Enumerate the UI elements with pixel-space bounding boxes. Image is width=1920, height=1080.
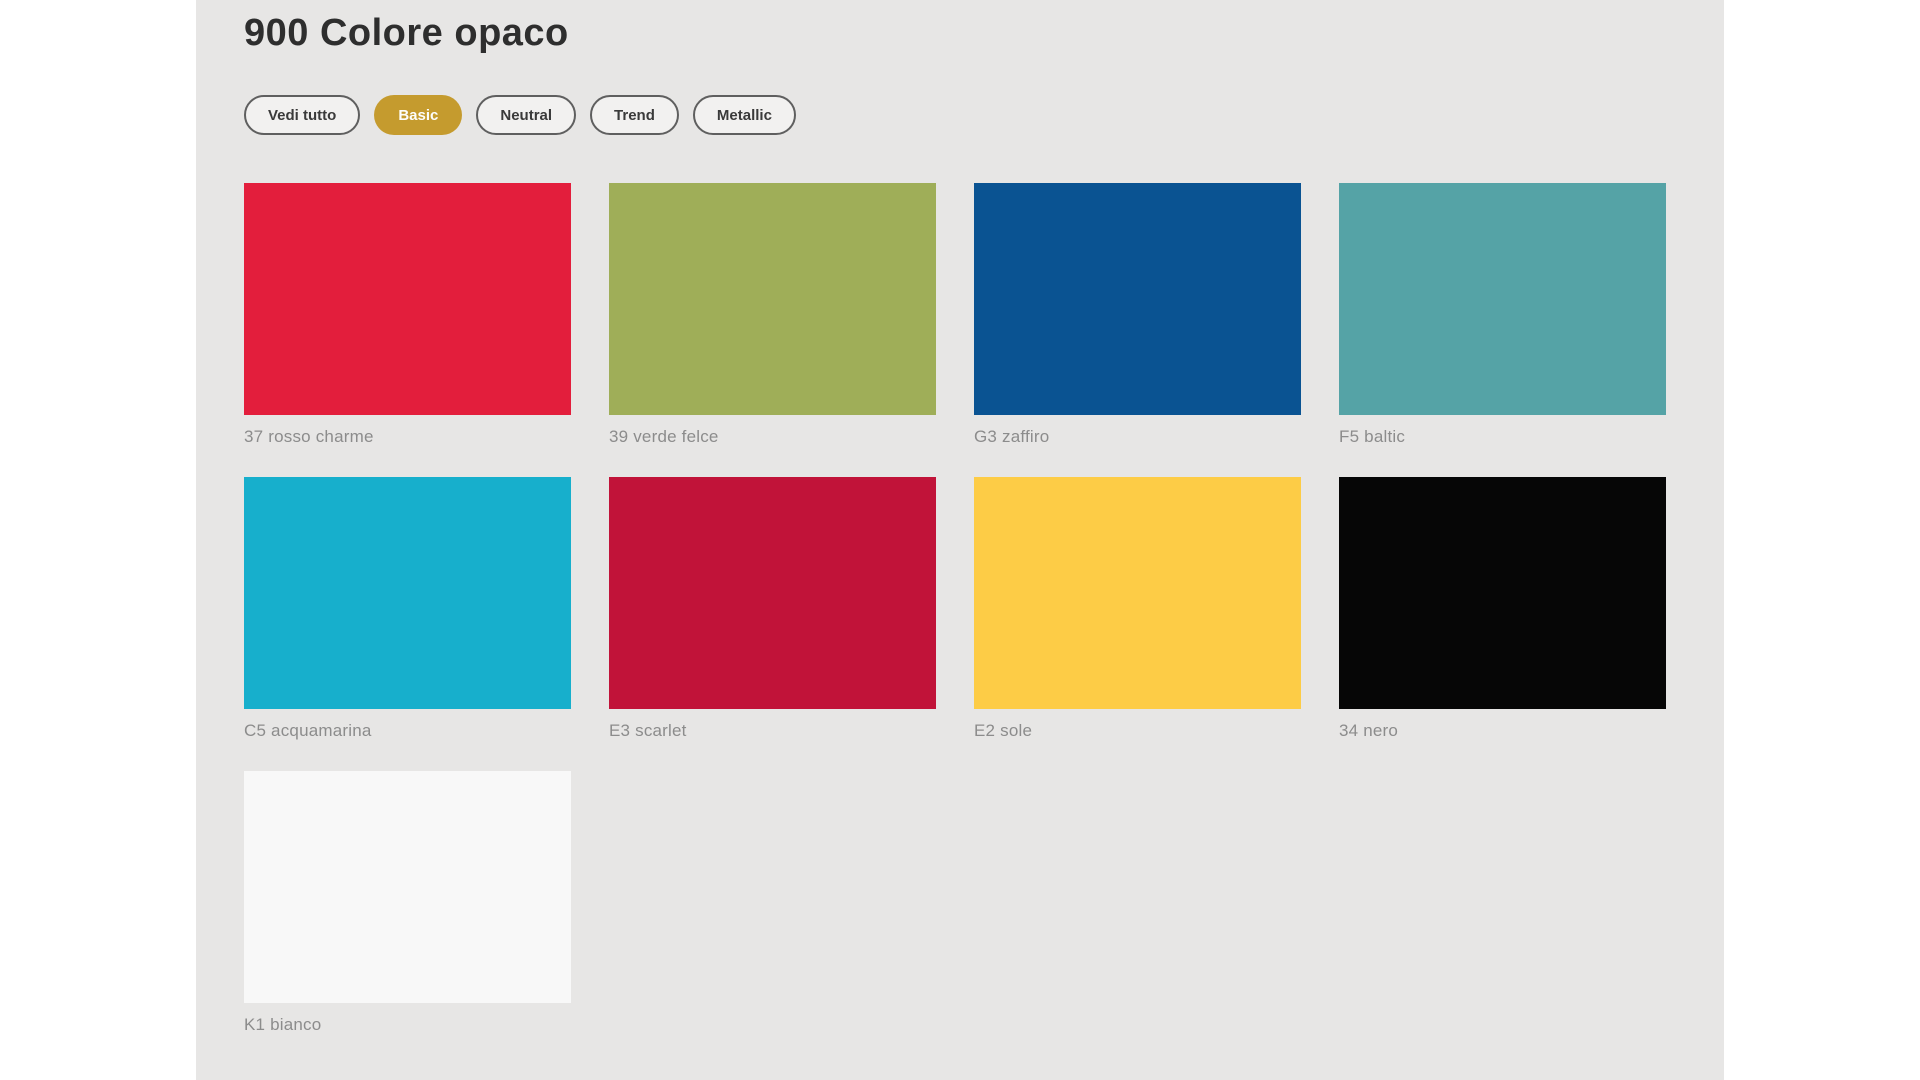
color-swatch-label: G3 zaffiro (974, 427, 1301, 447)
color-swatch[interactable] (974, 183, 1301, 415)
filter-pill-vedi-tutto[interactable]: Vedi tutto (244, 95, 360, 135)
color-swatch-label: K1 bianco (244, 1015, 571, 1035)
color-swatch-label: E3 scarlet (609, 721, 936, 741)
color-swatch-label: 37 rosso charme (244, 427, 571, 447)
color-swatch-label: F5 baltic (1339, 427, 1666, 447)
color-swatch-card: K1 bianco (244, 771, 571, 1035)
filter-pill-neutral[interactable]: Neutral (476, 95, 576, 135)
filter-pill-metallic[interactable]: Metallic (693, 95, 796, 135)
color-swatch[interactable] (974, 477, 1301, 709)
color-swatch[interactable] (244, 477, 571, 709)
color-swatch-card: E3 scarlet (609, 477, 936, 741)
page-title: 900 Colore opaco (244, 12, 1676, 55)
color-swatch-card: 37 rosso charme (244, 183, 571, 447)
filter-pill-group: Vedi tutto Basic Neutral Trend Metallic (244, 95, 1676, 135)
color-swatch-label: 39 verde felce (609, 427, 936, 447)
color-swatch[interactable] (244, 771, 571, 1003)
color-swatch-card: 34 nero (1339, 477, 1666, 741)
color-swatch-card: G3 zaffiro (974, 183, 1301, 447)
content-panel: 900 Colore opaco Vedi tutto Basic Neutral T… (196, 0, 1724, 1080)
color-swatch[interactable] (1339, 477, 1666, 709)
color-swatch-card: 39 verde felce (609, 183, 936, 447)
color-swatch[interactable] (609, 477, 936, 709)
color-swatch[interactable] (244, 183, 571, 415)
color-swatch-label: E2 sole (974, 721, 1301, 741)
color-swatch-grid: 37 rosso charme 39 verde felce G3 zaffiro F… (244, 183, 1676, 1035)
color-swatch[interactable] (609, 183, 936, 415)
color-swatch-card: C5 acquamarina (244, 477, 571, 741)
color-swatch-card: F5 baltic (1339, 183, 1666, 447)
filter-pill-basic[interactable]: Basic (374, 95, 462, 135)
color-swatch-label: C5 acquamarina (244, 721, 571, 741)
filter-pill-trend[interactable]: Trend (590, 95, 679, 135)
color-swatch[interactable] (1339, 183, 1666, 415)
color-swatch-card: E2 sole (974, 477, 1301, 741)
color-swatch-label: 34 nero (1339, 721, 1666, 741)
